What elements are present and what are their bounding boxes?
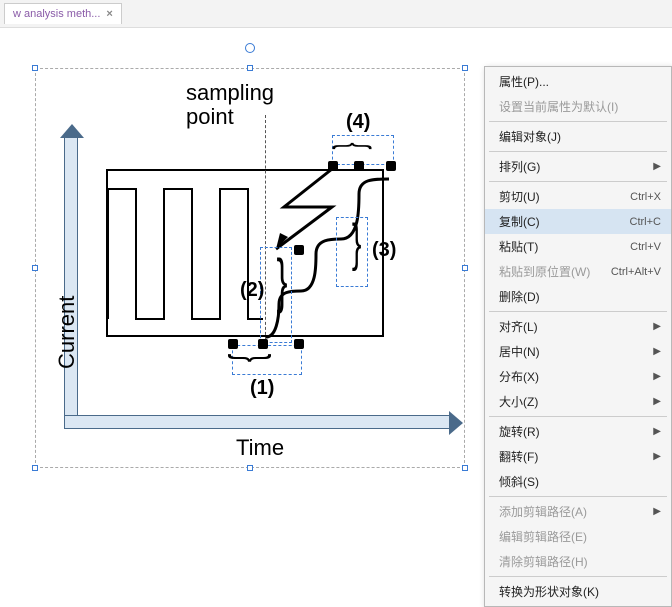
menu-item: 编辑剪辑路径(E)	[485, 524, 671, 549]
menu-item[interactable]: 复制(C) Ctrl+C	[485, 209, 671, 234]
menu-item[interactable]: 剪切(U) Ctrl+X	[485, 184, 671, 209]
menu-item[interactable]: 删除(D)	[485, 284, 671, 309]
submenu-arrow-icon: ▶	[653, 396, 661, 407]
menu-item-label: 复制(C)	[499, 213, 540, 230]
menu-item-label: 属性(P)...	[499, 73, 549, 90]
menu-item-label: 对齐(L)	[499, 318, 538, 335]
menu-item-label: 删除(D)	[499, 288, 540, 305]
menu-shortcut: Ctrl+V	[630, 241, 661, 253]
obj-handle[interactable]	[258, 339, 268, 349]
menu-item-label: 粘贴(T)	[499, 238, 538, 255]
obj-handle[interactable]	[294, 339, 304, 349]
menu-item-label: 倾斜(S)	[499, 473, 539, 490]
menu-item-label: 转换为形状对象(K)	[499, 583, 599, 600]
menu-item-label: 编辑对象(J)	[499, 128, 561, 145]
menu-item[interactable]: 居中(N) ▶	[485, 339, 671, 364]
menu-item-label: 剪切(U)	[499, 188, 540, 205]
menu-item-label: 粘贴到原位置(W)	[499, 263, 590, 280]
submenu-arrow-icon: ▶	[653, 161, 661, 172]
menu-item: 设置当前属性为默认(I)	[485, 94, 671, 119]
sel-handle-sw[interactable]	[32, 465, 38, 471]
brace-1: }	[231, 354, 277, 362]
menu-item: 清除剪辑路径(H)	[485, 549, 671, 574]
context-menu: 属性(P)... 设置当前属性为默认(I) 编辑对象(J) 排列(G) ▶ 剪切(U) Ct…	[484, 66, 672, 607]
menu-shortcut: Ctrl+C	[630, 216, 661, 228]
selection-box: sampling point Current Time	[35, 68, 465, 468]
submenu-arrow-icon: ▶	[653, 371, 661, 382]
sel-handle-se[interactable]	[462, 465, 468, 471]
tab-bar: w analysis meth... ×	[0, 0, 672, 28]
document-tab[interactable]: w analysis meth... ×	[4, 3, 122, 24]
menu-item-label: 大小(Z)	[499, 393, 538, 410]
rotation-handle[interactable]	[245, 43, 255, 53]
menu-item[interactable]: 属性(P)...	[485, 69, 671, 94]
menu-item[interactable]: 旋转(R) ▶	[485, 419, 671, 444]
label-4: (4)	[346, 111, 370, 134]
menu-item[interactable]: 翻转(F) ▶	[485, 444, 671, 469]
sel-handle-w[interactable]	[32, 265, 38, 271]
menu-item-label: 编辑剪辑路径(E)	[499, 528, 587, 545]
sel-handle-nw[interactable]	[32, 65, 38, 71]
submenu-arrow-icon: ▶	[653, 321, 661, 332]
menu-item-label: 旋转(R)	[499, 423, 540, 440]
brace-4: }	[328, 142, 370, 149]
menu-item-label: 设置当前属性为默认(I)	[499, 98, 618, 115]
sel-handle-n[interactable]	[247, 65, 253, 71]
menu-item: 粘贴到原位置(W) Ctrl+Alt+V	[485, 259, 671, 284]
menu-item[interactable]: 倾斜(S)	[485, 469, 671, 494]
label-3: (3)	[372, 239, 396, 262]
brace-3: }	[352, 217, 362, 269]
menu-item-label: 排列(G)	[499, 158, 540, 175]
obj-handle[interactable]	[294, 245, 304, 255]
menu-separator	[489, 121, 667, 122]
close-icon[interactable]: ×	[106, 8, 112, 20]
menu-item-label: 清除剪辑路径(H)	[499, 553, 588, 570]
menu-separator	[489, 416, 667, 417]
menu-separator	[489, 181, 667, 182]
tab-title: w analysis meth...	[13, 8, 100, 20]
menu-separator	[489, 496, 667, 497]
menu-item[interactable]: 转换为形状对象(K)	[485, 579, 671, 604]
menu-separator	[489, 151, 667, 152]
submenu-arrow-icon: ▶	[653, 506, 661, 517]
y-axis-arrow	[64, 135, 78, 425]
submenu-arrow-icon: ▶	[653, 426, 661, 437]
submenu-arrow-icon: ▶	[653, 346, 661, 357]
menu-shortcut: Ctrl+X	[630, 191, 661, 203]
sel-handle-e[interactable]	[462, 265, 468, 271]
menu-item-label: 添加剪辑路径(A)	[499, 503, 587, 520]
submenu-arrow-icon: ▶	[653, 451, 661, 462]
menu-item[interactable]: 排列(G) ▶	[485, 154, 671, 179]
menu-item-label: 翻转(F)	[499, 448, 538, 465]
obj-handle[interactable]	[354, 161, 364, 171]
menu-item[interactable]: 粘贴(T) Ctrl+V	[485, 234, 671, 259]
menu-item[interactable]: 分布(X) ▶	[485, 364, 671, 389]
x-axis-arrow	[64, 415, 452, 429]
obj-handle[interactable]	[386, 161, 396, 171]
menu-item-label: 分布(X)	[499, 368, 539, 385]
menu-shortcut: Ctrl+Alt+V	[611, 266, 661, 278]
menu-item[interactable]: 对齐(L) ▶	[485, 314, 671, 339]
menu-item-label: 居中(N)	[499, 343, 540, 360]
menu-separator	[489, 576, 667, 577]
diagram-title: sampling point	[186, 81, 274, 129]
sel-handle-ne[interactable]	[462, 65, 468, 71]
x-axis-label: Time	[236, 435, 284, 461]
menu-item[interactable]: 编辑对象(J)	[485, 124, 671, 149]
menu-separator	[489, 311, 667, 312]
label-1: (1)	[250, 377, 274, 400]
canvas[interactable]: sampling point Current Time	[0, 28, 672, 500]
brace-2: }	[277, 251, 288, 311]
square-wave	[108, 169, 263, 337]
obj-handle[interactable]	[228, 339, 238, 349]
sel-handle-s[interactable]	[247, 465, 253, 471]
menu-item: 添加剪辑路径(A) ▶	[485, 499, 671, 524]
obj-handle[interactable]	[328, 161, 338, 171]
y-axis-label: Current	[54, 296, 80, 369]
label-2: (2)	[240, 279, 264, 302]
menu-item[interactable]: 大小(Z) ▶	[485, 389, 671, 414]
